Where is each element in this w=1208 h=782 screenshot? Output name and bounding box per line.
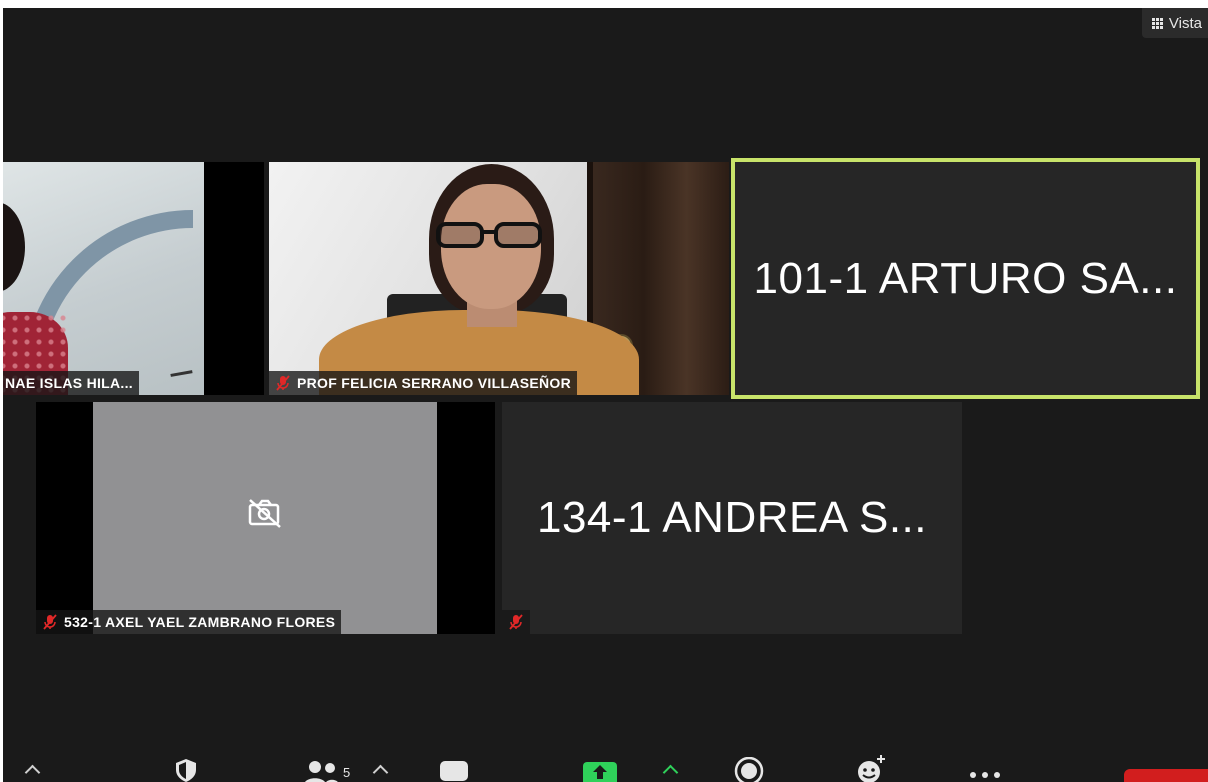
grid-icon bbox=[1151, 17, 1163, 29]
participant-display-name: 101-1 ARTURO SA... bbox=[753, 253, 1178, 303]
participant-tile-arturo-active-speaker[interactable]: 101-1 ARTURO SA... bbox=[731, 158, 1200, 399]
mic-muted-icon bbox=[43, 614, 57, 630]
end-meeting-button[interactable] bbox=[1124, 769, 1208, 782]
participants-icon[interactable] bbox=[303, 759, 341, 782]
participant-name-label: 532-1 AXEL YAEL ZAMBRANO FLORES bbox=[36, 610, 342, 634]
mic-muted-icon bbox=[509, 614, 523, 630]
more-icon[interactable] bbox=[969, 771, 1001, 779]
security-icon[interactable] bbox=[173, 757, 199, 782]
share-options-chevron-icon[interactable] bbox=[662, 764, 679, 781]
camera-off-icon bbox=[248, 499, 281, 528]
glasses-graphic bbox=[436, 222, 542, 248]
participant-tile-axel[interactable]: 532-1 AXEL YAEL ZAMBRANO FLORES bbox=[36, 402, 495, 634]
view-button[interactable]: Vista bbox=[1141, 8, 1208, 38]
video-letterbox bbox=[204, 162, 264, 395]
participant-tile-prof-felicia[interactable]: PROF FELICIA SERRANO VILLASEÑOR bbox=[269, 162, 729, 395]
mic-muted-icon bbox=[276, 375, 290, 391]
share-screen-icon[interactable] bbox=[583, 760, 617, 782]
chat-icon[interactable] bbox=[439, 759, 469, 782]
participant-name-label: NAE ISLAS HILA... bbox=[3, 371, 139, 395]
meeting-window: Vista NAE ISLAS HILA... PROF FELICIA SER… bbox=[3, 8, 1208, 782]
audio-options-chevron-icon[interactable] bbox=[24, 764, 41, 781]
view-button-label: Vista bbox=[1168, 14, 1202, 32]
participant-name-label: PROF FELICIA SERRANO VILLASEÑOR bbox=[269, 371, 578, 395]
participant-tile-andrea[interactable]: 134-1 ANDREA S... bbox=[502, 402, 962, 634]
record-icon[interactable] bbox=[733, 757, 765, 782]
participants-count: 5 bbox=[343, 765, 351, 780]
meeting-toolbar: 5 bbox=[3, 751, 1208, 782]
reactions-icon[interactable] bbox=[855, 755, 887, 782]
participants-chevron-icon[interactable] bbox=[372, 764, 389, 781]
participant-name-label bbox=[502, 610, 530, 634]
participant-display-name: 134-1 ANDREA S... bbox=[536, 493, 928, 542]
participant-tile-nae[interactable]: NAE ISLAS HILA... bbox=[3, 162, 204, 395]
